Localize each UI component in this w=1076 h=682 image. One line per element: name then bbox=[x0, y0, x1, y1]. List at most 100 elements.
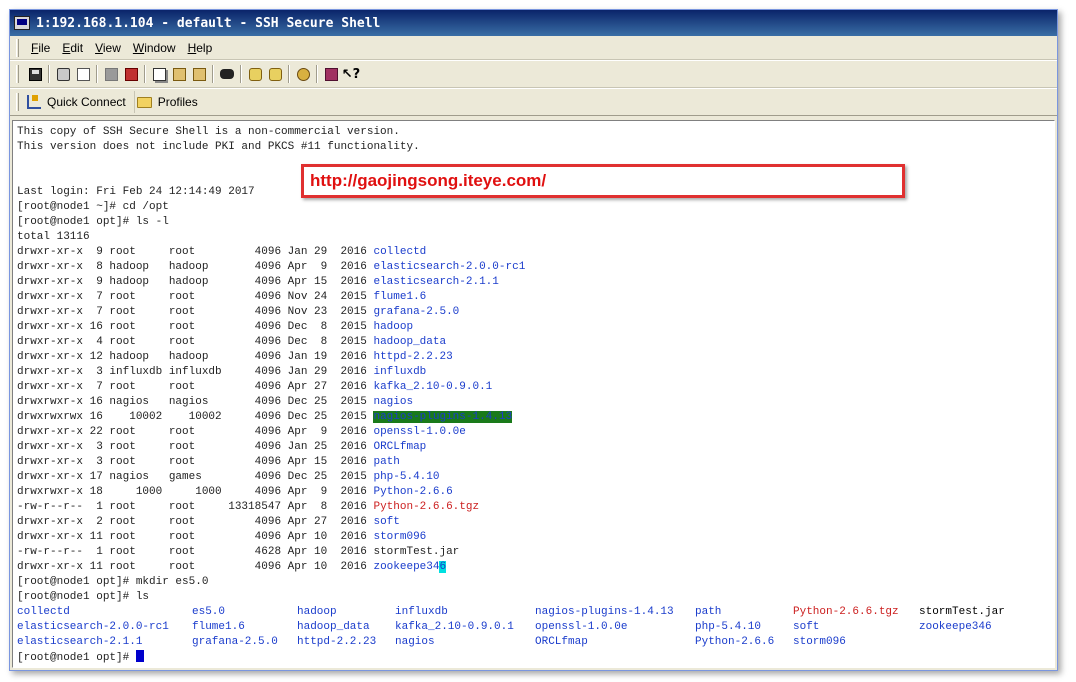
ls-entry: elasticsearch-2.1.1 bbox=[17, 636, 143, 648]
toolbar: ↖? bbox=[10, 60, 1057, 88]
terminal-line: drwxr-xr-x 11 root root 4096 Apr 10 2016… bbox=[17, 560, 1054, 575]
line-text: drwxr-xr-x 9 hadoop hadoop 4096 Apr 15 2… bbox=[17, 276, 374, 288]
paste-icon bbox=[172, 67, 186, 81]
terminal-line: drwxr-xr-x 3 root root 4096 Jan 25 2016 … bbox=[17, 440, 1054, 455]
line-text: drwxr-xr-x 3 root root 4096 Apr 15 2016 bbox=[17, 456, 374, 468]
terminal-line: drwxr-xr-x 11 root root 4096 Apr 10 2016… bbox=[17, 530, 1054, 545]
line-text: [root@node1 ~]# cd /opt bbox=[17, 201, 169, 213]
help-button[interactable] bbox=[322, 65, 340, 83]
title-bar[interactable]: 1:192.168.1.104 - default - SSH Secure S… bbox=[10, 10, 1057, 36]
copy-button[interactable] bbox=[150, 65, 168, 83]
file-name: elasticsearch-2.1.1 bbox=[373, 276, 499, 288]
ls-entry: Python-2.6.6 bbox=[695, 636, 775, 648]
file-name: collectd bbox=[373, 246, 427, 258]
file-name: httpd-2.2.23 bbox=[373, 351, 453, 363]
file-name: Python-2.6.6.tgz bbox=[373, 501, 480, 513]
ls-entry: influxdb bbox=[395, 606, 448, 618]
line-text: drwxr-xr-x 8 hadoop hadoop 4096 Apr 9 20… bbox=[17, 261, 374, 273]
menu-window[interactable]: Window bbox=[127, 41, 182, 55]
menu-help[interactable]: Help bbox=[182, 41, 219, 55]
terminal-line: drwxr-xr-x 9 root root 4096 Jan 29 2016 … bbox=[17, 245, 1054, 260]
line-text: total 13116 bbox=[17, 231, 90, 243]
line-text: drwxr-xr-x 4 root root 4096 Dec 8 2015 bbox=[17, 336, 374, 348]
profilebar-grip[interactable] bbox=[16, 93, 19, 111]
terminal-line: This copy of SSH Secure Shell is a non-c… bbox=[17, 125, 1054, 140]
file-name: hadoop_data bbox=[373, 336, 447, 348]
menu-view[interactable]: View bbox=[89, 41, 127, 55]
menu-edit[interactable]: Edit bbox=[56, 41, 89, 55]
watermark-url-box: http://gaojingsong.iteye.com/ bbox=[301, 164, 905, 198]
terminal-line: drwxrwxrwx 16 10002 10002 4096 Dec 25 20… bbox=[17, 410, 1054, 425]
ls-entry: elasticsearch-2.0.0-rc1 bbox=[17, 621, 169, 633]
copy-icon bbox=[152, 67, 166, 81]
terminal-line: drwxrwxr-x 18 1000 1000 4096 Apr 9 2016 … bbox=[17, 485, 1054, 500]
line-text: drwxr-xr-x 7 root root 4096 Nov 23 2015 bbox=[17, 306, 374, 318]
settings-button[interactable] bbox=[246, 65, 264, 83]
window-title: 1:192.168.1.104 - default - SSH Secure S… bbox=[36, 15, 381, 31]
terminal-line: drwxr-xr-x 7 root root 4096 Nov 23 2015 … bbox=[17, 305, 1054, 320]
terminal-prompt-line[interactable]: [root@node1 opt]# bbox=[17, 650, 1054, 665]
terminal-line: [root@node1 opt]# ls bbox=[17, 590, 1054, 605]
line-text: drwxr-xr-x 11 root root 4096 Apr 10 2016 bbox=[17, 531, 374, 543]
context-help-button[interactable]: ↖? bbox=[342, 65, 360, 83]
quick-connect-button[interactable]: Quick Connect bbox=[25, 91, 134, 113]
line-text: [root@node1 opt]# ls -l bbox=[17, 216, 169, 228]
terminal-line: drwxr-xr-x 22 root root 4096 Apr 9 2016 … bbox=[17, 425, 1054, 440]
terminal-line: drwxr-xr-x 16 root root 4096 Dec 8 2015 … bbox=[17, 320, 1054, 335]
ls-output-grid: collectd es5.0 hadoop influxdb nagios-plugin… bbox=[17, 605, 1054, 650]
print-button[interactable] bbox=[54, 65, 72, 83]
connect-button[interactable] bbox=[122, 65, 140, 83]
ls-entry: es5.0 bbox=[192, 606, 226, 618]
sftp-button[interactable] bbox=[294, 65, 312, 83]
line-text: drwxr-xr-x 12 hadoop hadoop 4096 Jan 19 … bbox=[17, 351, 374, 363]
profiles-button[interactable]: Profiles bbox=[133, 91, 206, 113]
context-help-icon: ↖? bbox=[341, 66, 361, 82]
find-button[interactable] bbox=[218, 65, 236, 83]
print-preview-button[interactable] bbox=[74, 65, 92, 83]
paste-special-button[interactable] bbox=[190, 65, 208, 83]
file-name: stormTest.jar bbox=[373, 546, 460, 558]
line-text: drwxr-xr-x 3 root root 4096 Jan 25 2016 bbox=[17, 441, 374, 453]
line-text: drwxr-xr-x 3 influxdb influxdb 4096 Jan … bbox=[17, 366, 374, 378]
toolbar-grip[interactable] bbox=[16, 65, 19, 83]
ls-entry: Python-2.6.6.tgz bbox=[793, 606, 899, 618]
file-name: openssl-1.0.0e bbox=[373, 426, 466, 438]
quick-connect-icon bbox=[27, 95, 41, 109]
file-name: nagios bbox=[373, 396, 414, 408]
file-name: kafka_2.10-0.9.0.1 bbox=[373, 381, 493, 393]
ls-entry: php-5.4.10 bbox=[695, 621, 762, 633]
file-name: storm096 bbox=[373, 531, 427, 543]
line-text: drwxr-xr-x 17 nagios games 4096 Dec 25 2… bbox=[17, 471, 374, 483]
print-preview-icon bbox=[76, 67, 90, 81]
print-icon bbox=[56, 67, 70, 81]
terminal-line: -rw-r--r-- 1 root root 4628 Apr 10 2016 … bbox=[17, 545, 1054, 560]
connect-icon bbox=[124, 67, 138, 81]
settings-icon bbox=[248, 67, 262, 81]
terminal-area[interactable]: This copy of SSH Secure Shell is a non-c… bbox=[12, 120, 1055, 668]
ls-entry: stormTest.jar bbox=[919, 606, 1005, 618]
profile-settings-button[interactable] bbox=[266, 65, 284, 83]
file-name: ORCLfmap bbox=[373, 441, 427, 453]
ls-entry: collectd bbox=[17, 606, 70, 618]
ls-entry: openssl-1.0.0e bbox=[535, 621, 628, 633]
menu-file[interactable]: File bbox=[25, 41, 56, 55]
paste-button[interactable] bbox=[170, 65, 188, 83]
line-text: drwxr-xr-x 22 root root 4096 Apr 9 2016 bbox=[17, 426, 374, 438]
disconnect-icon bbox=[104, 67, 118, 81]
ls-entry bbox=[919, 635, 1029, 650]
ls-entry: grafana-2.5.0 bbox=[192, 636, 278, 648]
line-text: drwxrwxrwx 16 10002 10002 4096 Dec 25 20… bbox=[17, 411, 374, 423]
line-text: [root@node1 opt]# mkdir es5.0 bbox=[17, 576, 209, 588]
menubar-grip[interactable] bbox=[16, 38, 19, 57]
line-text: drwxr-xr-x 7 root root 4096 Apr 27 2016 bbox=[17, 381, 374, 393]
terminal-line: [root@node1 opt]# mkdir es5.0 bbox=[17, 575, 1054, 590]
file-name: php-5.4.10 bbox=[373, 471, 440, 483]
disconnect-button[interactable] bbox=[102, 65, 120, 83]
file-name: flume1.6 bbox=[373, 291, 427, 303]
file-name: hadoop bbox=[373, 321, 414, 333]
ls-entry: nagios bbox=[395, 636, 435, 648]
ssh-secure-shell-window: 1:192.168.1.104 - default - SSH Secure S… bbox=[9, 9, 1058, 671]
ls-entry: hadoop bbox=[297, 606, 337, 618]
save-button[interactable] bbox=[26, 65, 44, 83]
file-name: grafana-2.5.0 bbox=[373, 306, 460, 318]
